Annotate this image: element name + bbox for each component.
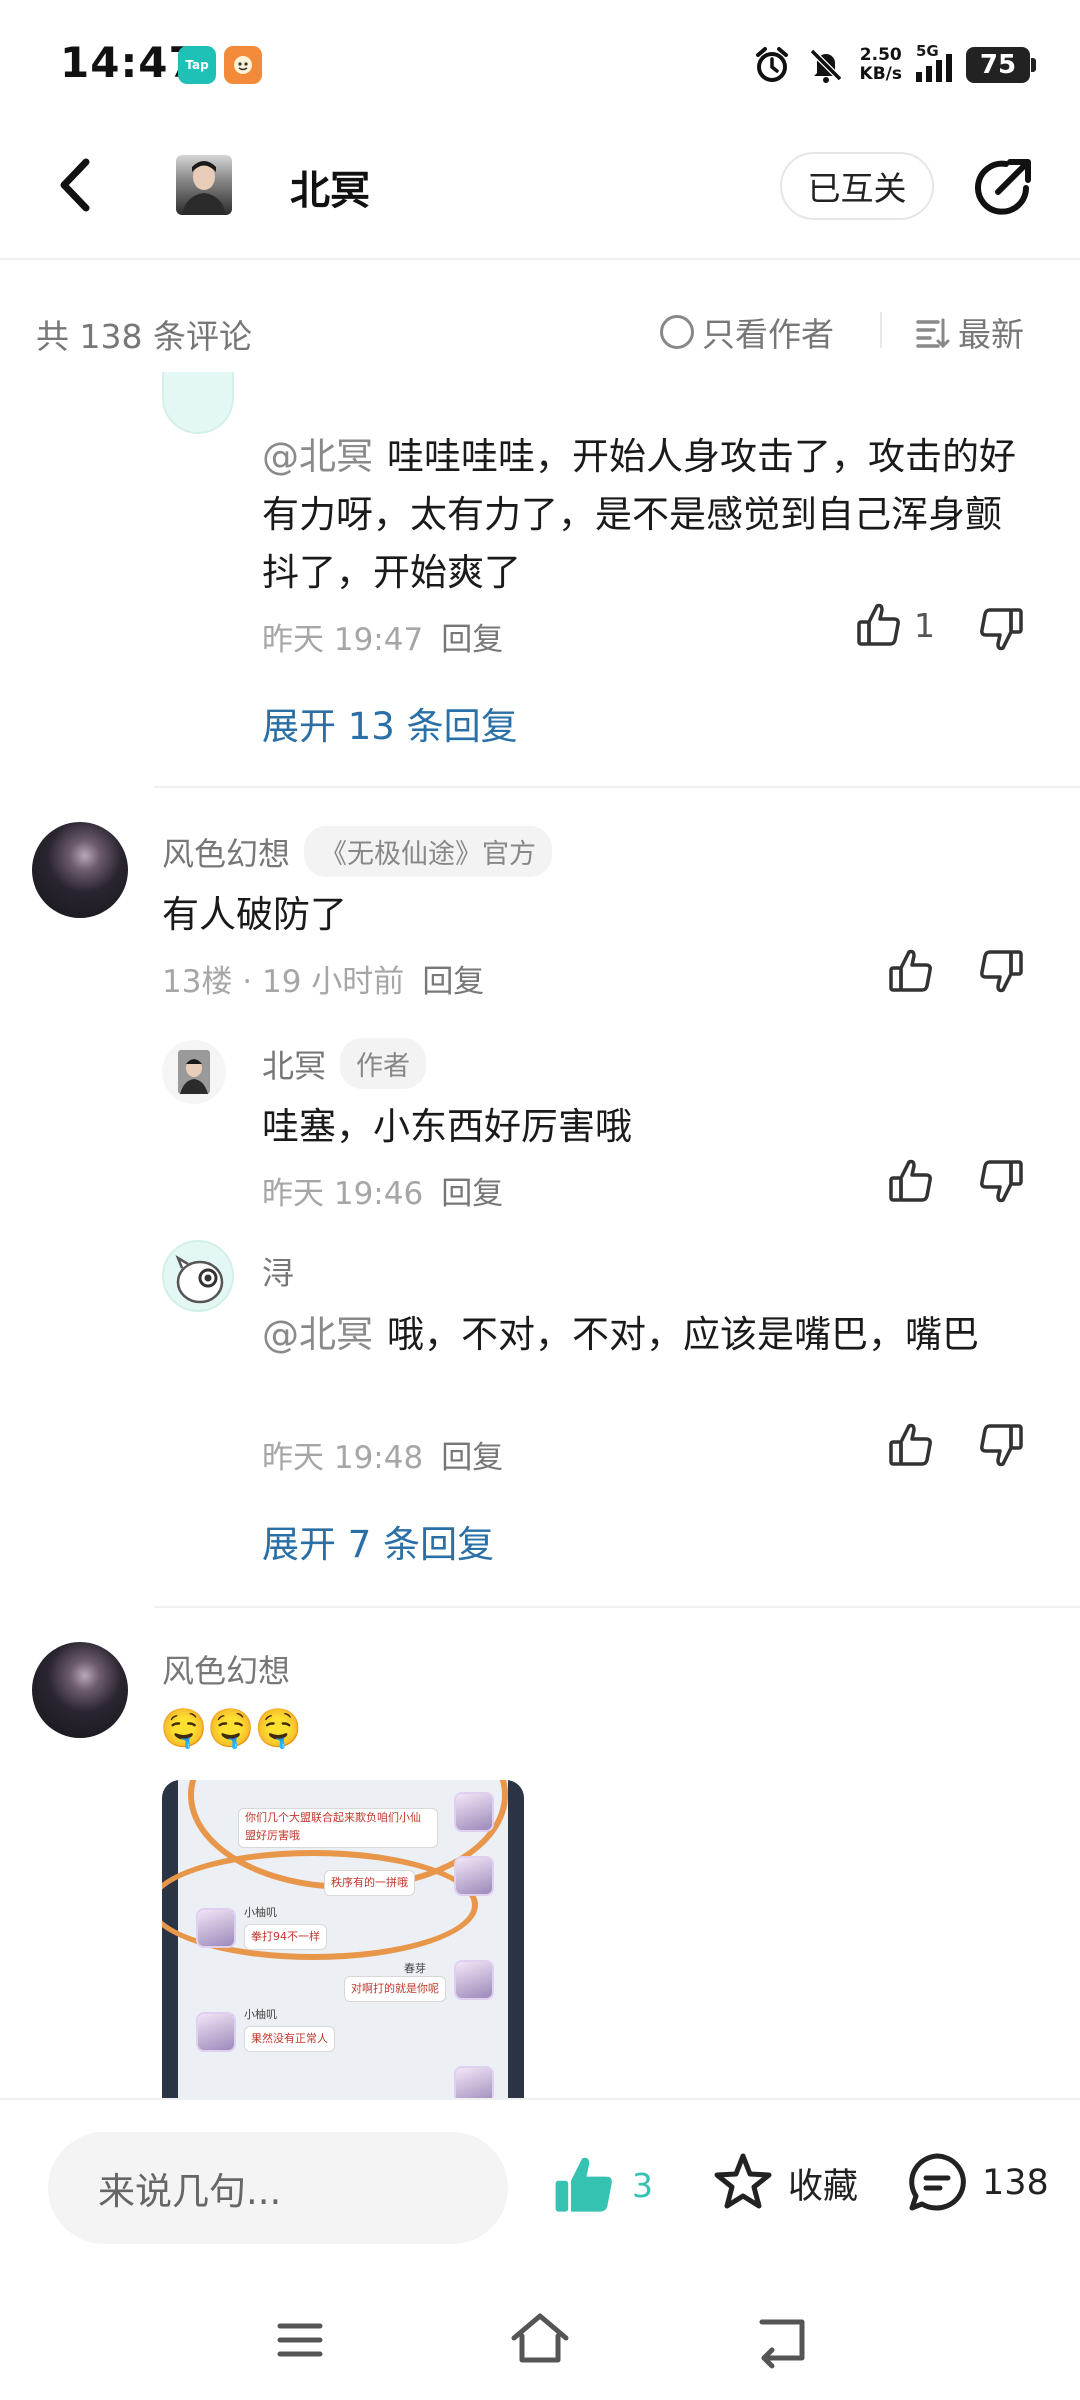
comment-divider <box>154 1606 1080 1608</box>
thumbs-down-icon <box>980 1424 1023 1467</box>
author-tag: 作者 <box>340 1038 427 1089</box>
thumbs-up-filled-icon <box>555 2157 612 2212</box>
star-icon <box>714 2153 772 2209</box>
sort-icon <box>916 318 950 349</box>
share-icon <box>975 159 1031 215</box>
dislike-button[interactable] <box>976 946 1036 1006</box>
dislike-button[interactable] <box>976 604 1036 664</box>
comment-meta: 13楼 · 19 小时前 回复 <box>162 964 485 1000</box>
status-indicators: 2.50 KB/s 5G 75 <box>752 40 1036 90</box>
header-divider <box>0 258 1080 260</box>
reply-text: 哇塞，小东西好厉害哦 <box>262 1105 632 1148</box>
status-bar: 14:47 Tap 2.50 KB/s 5G 75 <box>0 0 1080 130</box>
expand-replies-link[interactable]: 展开 7 条回复 <box>262 1514 494 1568</box>
reply-link[interactable]: 回复 <box>441 1176 503 1212</box>
home-icon[interactable] <box>508 2308 572 2372</box>
reply-meta: 昨天 19:47 回复 <box>262 622 504 658</box>
battery-indicator: 75 <box>966 47 1036 83</box>
comment-divider <box>154 786 1080 788</box>
menu-icon[interactable] <box>270 2310 330 2370</box>
reply-author-name[interactable]: 浔 <box>262 1248 294 1294</box>
post-like-button[interactable]: 3 <box>550 2150 653 2220</box>
reply-meta: 昨天 19:48 回复 <box>262 1440 504 1476</box>
commenter-name-row: 风色幻想 《无极仙途》官方 <box>162 826 553 877</box>
mute-bell-icon <box>809 48 842 83</box>
chat-bubble: 果然没有正常人 <box>244 2026 335 2052</box>
official-tag: 《无极仙途》官方 <box>304 826 553 877</box>
taptap-app-icon: Tap <box>178 46 216 84</box>
favorite-button[interactable]: 收藏 <box>710 2150 858 2216</box>
chat-bubble: 拳打94不一样 <box>244 1924 327 1950</box>
commenter-avatar[interactable] <box>32 822 128 918</box>
radio-icon <box>660 315 694 349</box>
comment-count: 共 138 条评论 <box>36 317 252 356</box>
comment-bubble-icon <box>909 2153 966 2211</box>
alarm-icon <box>755 47 788 82</box>
author-avatar[interactable] <box>176 155 232 215</box>
dislike-button[interactable] <box>976 1156 1036 1216</box>
signal-icon: 5G <box>916 42 952 82</box>
thumbs-up-icon <box>889 1423 932 1466</box>
reply-link[interactable]: 回复 <box>441 622 503 658</box>
like-button[interactable] <box>886 1156 946 1216</box>
back-nav-icon[interactable] <box>750 2308 814 2372</box>
reply-author-name[interactable]: 北冥 <box>262 1041 326 1087</box>
comment-image[interactable]: 你们几个大盟联合起来欺负咱们小仙盟好厉害哦 秩序有的一拼哦 小柚叽 拳打94不一… <box>162 1780 524 2100</box>
game-app-icon <box>224 46 262 84</box>
reply-avatar-partial[interactable] <box>162 372 234 434</box>
mutual-follow-button[interactable]: 已互关 <box>780 152 934 220</box>
reply-text: @北冥 哦，不对，不对，应该是嘴巴，嘴巴 <box>262 1313 979 1356</box>
reply-text: @北冥 哇哇哇哇，开始人身攻击了，攻击的好有力呀，太有力了，是不是感觉到自己浑身颤… <box>262 435 1016 594</box>
thumbs-down-icon <box>980 608 1023 651</box>
chat-screenshot: 你们几个大盟联合起来欺负咱们小仙盟好厉害哦 秩序有的一拼哦 小柚叽 拳打94不一… <box>162 1780 508 2100</box>
reply-meta: 昨天 19:46 回复 <box>262 1176 504 1212</box>
chat-bubble: 秩序有的一拼哦 <box>324 1870 415 1896</box>
reply-link[interactable]: 回复 <box>422 964 484 1000</box>
emoji-text: 🤤🤤🤤 <box>160 1706 302 1750</box>
system-nav-bar <box>0 2290 1080 2400</box>
dislike-button[interactable] <box>976 1420 1036 1480</box>
net-speed: 2.50 KB/s <box>859 45 902 84</box>
sort-button[interactable]: 最新 <box>914 308 1024 356</box>
page-title: 北冥 <box>290 168 370 214</box>
comments-button[interactable]: 138 <box>904 2150 1049 2216</box>
chat-bubble: 你们几个大盟联合起来欺负咱们小仙盟好厉害哦 <box>238 1808 438 1848</box>
like-button[interactable] <box>886 1420 946 1480</box>
thumbs-down-icon <box>980 1160 1023 1203</box>
reply-link[interactable]: 回复 <box>441 1440 503 1476</box>
comment-input[interactable]: 来说几句... <box>48 2132 508 2244</box>
reply-avatar[interactable] <box>162 1240 234 1312</box>
chat-bubble: 对啊打的就是你呢 <box>344 1976 446 2002</box>
filter-separator <box>880 312 882 348</box>
commenter-name[interactable]: 风色幻想 <box>162 1646 290 1692</box>
reply-name-row: 北冥 作者 <box>262 1038 427 1089</box>
expand-replies-link[interactable]: 展开 13 条回复 <box>262 696 518 750</box>
thumbs-up-icon <box>889 949 932 992</box>
thumbs-up-icon <box>857 603 900 646</box>
chevron-left-icon <box>60 158 90 212</box>
back-button[interactable] <box>48 150 108 220</box>
like-button[interactable] <box>886 946 946 1006</box>
like-button[interactable]: 1 <box>854 600 935 650</box>
author-only-toggle[interactable]: 只看作者 <box>660 308 834 356</box>
commenter-avatar[interactable] <box>32 1642 128 1738</box>
thumbs-up-icon <box>889 1159 932 1202</box>
commenter-name[interactable]: 风色幻想 <box>162 829 290 875</box>
thumbs-down-icon <box>980 950 1023 993</box>
share-button[interactable] <box>968 152 1038 222</box>
reply-avatar[interactable] <box>162 1040 226 1104</box>
comment-text: 有人破防了 <box>162 893 347 936</box>
